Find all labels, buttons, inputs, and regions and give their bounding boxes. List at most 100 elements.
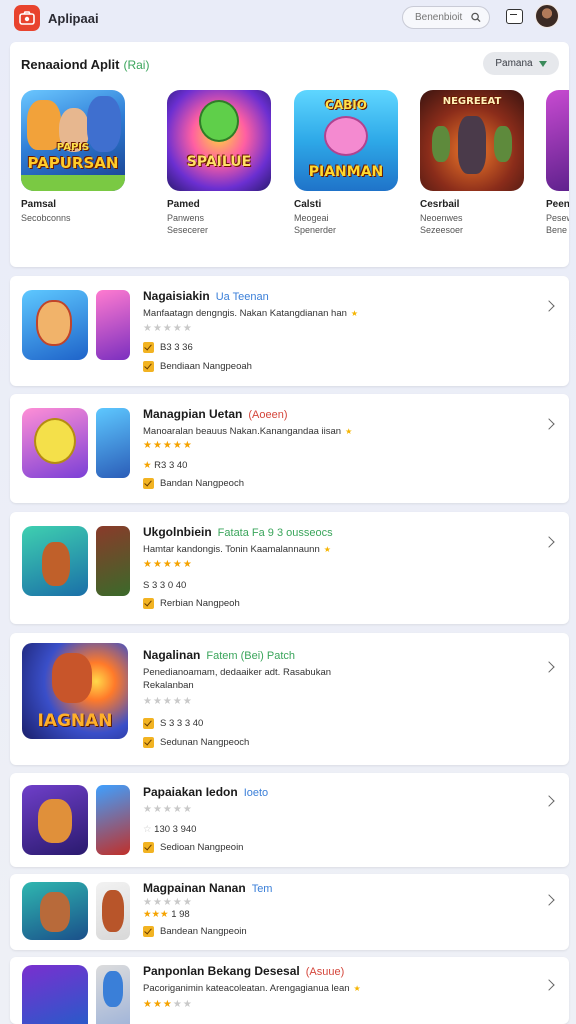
row-title: Nagaisiakin Ua Teenan xyxy=(143,289,269,303)
card-title: Calsti xyxy=(294,199,322,210)
game-cover-image: CABIO PIANMAN xyxy=(294,90,398,191)
app-icon xyxy=(96,526,130,596)
check-icon xyxy=(143,478,154,489)
card-subtitle: Bene xyxy=(546,225,568,235)
card-title: Cesrbail xyxy=(420,199,460,210)
app-icon xyxy=(96,785,130,855)
check-icon xyxy=(143,598,154,609)
card-subtitle: Neoenwes xyxy=(420,213,463,223)
app-icon xyxy=(22,785,88,855)
game-cover-image: NEGREEAT xyxy=(420,90,524,191)
card-subtitle: Sesecerer xyxy=(167,225,209,235)
card-subtitle: Panwens xyxy=(167,213,205,223)
chevron-down-icon xyxy=(538,60,547,67)
card-subtitle: Meogeai xyxy=(294,213,329,223)
app-icon xyxy=(22,882,88,940)
app-icon xyxy=(22,526,88,596)
card-title: Pamed xyxy=(167,199,200,210)
app-icon xyxy=(22,290,88,360)
row-description: Manfaatagn dengngis. Nakan Katangdianan … xyxy=(143,308,359,319)
chevron-right-icon[interactable] xyxy=(543,300,555,312)
featured-tag: (Rai) xyxy=(123,58,150,72)
search-box[interactable] xyxy=(402,6,490,29)
row-stat: ★ R3 3 40 xyxy=(143,460,188,471)
check-icon xyxy=(143,718,154,729)
message-icon[interactable] xyxy=(506,9,523,24)
chevron-right-icon[interactable] xyxy=(543,979,555,991)
filter-label: Pamana xyxy=(495,58,533,69)
row-check: Bendiaan Nangpeoah xyxy=(143,361,252,372)
list-item[interactable]: Nagaisiakin Ua Teenan Manfaatagn dengngis… xyxy=(10,276,569,386)
card-title: Peen xyxy=(546,199,569,210)
row-stat: B3 3 36 xyxy=(143,342,193,353)
row-check: Rerbian Nangpeoh xyxy=(143,598,240,609)
row-check: Sedioan Nangpeoin xyxy=(143,842,243,853)
app-icon xyxy=(22,965,88,1024)
user-avatar[interactable] xyxy=(535,4,559,28)
search-input[interactable] xyxy=(415,12,471,23)
featured-card[interactable]: SPAILUE Pamed Panwens Sesecerer xyxy=(167,90,271,236)
list-item[interactable]: Papaiakan Iedon Ioeto ★★★★★ ☆ 130 3 940 S… xyxy=(10,773,569,867)
chevron-right-icon[interactable] xyxy=(543,661,555,673)
card-subtitle: Pesew xyxy=(546,213,569,223)
card-title: Pamsal xyxy=(21,199,57,210)
row-badge: (Asuue) xyxy=(305,966,345,978)
row-check: Sedunan Nangpeoch xyxy=(143,737,249,748)
check-icon xyxy=(143,842,154,853)
row-badge: Fatata Fa 9 3 ousseocs xyxy=(217,527,333,539)
row-description: Hamtar kandongis. Tonin Kaamalannaunn ★ xyxy=(143,544,331,555)
app-icon xyxy=(96,290,130,360)
rating-stars: ★★★★★ xyxy=(143,897,193,908)
row-description: Rekalanban xyxy=(143,680,194,691)
rating-stars: ★★★★★ xyxy=(143,440,193,451)
list-item[interactable]: Ukgolnbiein Fatata Fa 9 3 ousseocs Hamtar… xyxy=(10,512,569,624)
row-description: Pacoriganimin kateacoleatan. Arengagianu… xyxy=(143,983,361,994)
list-item[interactable]: IAGNAN Nagalinan Fatem (Bei) Patch Penedi… xyxy=(10,633,569,765)
rating-stars: ★★★★★ xyxy=(143,999,193,1010)
app-name: Aplipaai xyxy=(48,10,99,26)
row-stat: ☆ 130 3 940 xyxy=(143,824,197,835)
featured-card[interactable]: PAPIS PAPURSAN Pamsal Secobconns xyxy=(21,90,125,224)
featured-card[interactable]: CABIO PIANMAN Calsti Meogeai Spenerder xyxy=(294,90,398,236)
row-title: Ukgolnbiein Fatata Fa 9 3 ousseocs xyxy=(143,525,333,539)
filter-dropdown[interactable]: Pamana xyxy=(483,52,559,75)
chevron-right-icon[interactable] xyxy=(543,418,555,430)
list-item[interactable]: Panponlan Bekang Desesal (Asuue) Pacoriga… xyxy=(10,957,569,1024)
card-subtitle: Spenerder xyxy=(294,225,337,235)
search-icon[interactable] xyxy=(471,12,481,23)
row-stat: S 3 3 3 40 xyxy=(143,718,203,729)
row-title: Magpainan Nanan Tem xyxy=(143,881,273,895)
row-stat: S 3 3 0 40 xyxy=(143,580,187,591)
list-item[interactable]: Magpainan Nanan Tem ★★★★★ ★★★ 1 98 Bandea… xyxy=(10,874,569,950)
row-badge: Ioeto xyxy=(243,787,269,799)
check-icon xyxy=(143,342,154,353)
app-icon: IAGNAN xyxy=(22,643,128,739)
list-item[interactable]: Managpian Uetan (Aoeen) Manoaralan beauus… xyxy=(10,394,569,503)
app-logo-icon[interactable] xyxy=(14,5,40,31)
app-icon xyxy=(22,408,88,478)
check-icon xyxy=(143,926,154,937)
row-stat: ★★★ 1 98 xyxy=(143,909,190,920)
check-icon xyxy=(143,361,154,372)
row-description: Manoaralan beauus Nakan.Kanangandaa iisa… xyxy=(143,426,353,437)
featured-card[interactable]: Peen Pesew Bene xyxy=(546,90,569,236)
rating-stars: ★★★★★ xyxy=(143,323,193,334)
row-badge: Ua Teenan xyxy=(215,291,269,303)
featured-card[interactable]: NEGREEAT Cesrbail Neoenwes Sezeesoer xyxy=(420,90,524,236)
chevron-right-icon[interactable] xyxy=(543,536,555,548)
rating-stars: ★★★★★ xyxy=(143,559,193,570)
row-badge: Tem xyxy=(251,883,273,895)
game-cover-image xyxy=(546,90,569,191)
rating-stars: ★★★★★ xyxy=(143,804,193,815)
game-cover-image: PAPIS PAPURSAN xyxy=(21,90,125,191)
row-check: Bandan Nangpeoch xyxy=(143,478,244,489)
chevron-right-icon[interactable] xyxy=(543,795,555,807)
row-check: Bandean Nangpeoin xyxy=(143,926,247,937)
check-icon xyxy=(143,737,154,748)
app-icon xyxy=(96,882,130,940)
card-subtitle: Secobconns xyxy=(21,213,71,223)
chevron-right-icon[interactable] xyxy=(543,894,555,906)
row-title: Nagalinan Fatem (Bei) Patch xyxy=(143,648,295,662)
row-title: Managpian Uetan (Aoeen) xyxy=(143,407,288,421)
row-badge: (Aoeen) xyxy=(248,409,288,421)
